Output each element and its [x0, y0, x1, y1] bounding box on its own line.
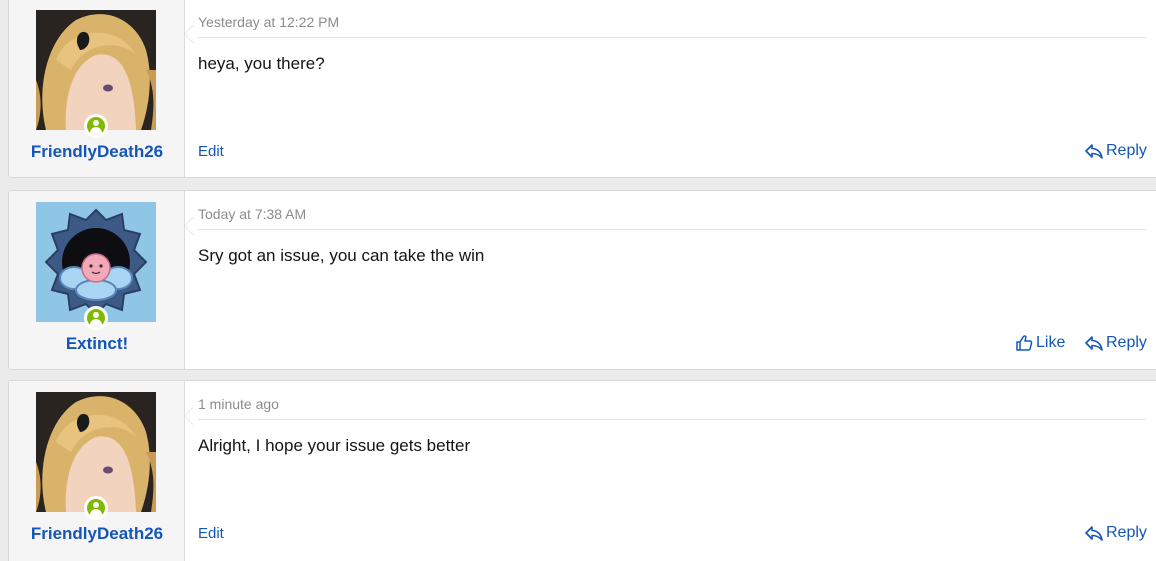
username-link[interactable]: Extinct! [9, 334, 185, 354]
online-status-icon [84, 306, 108, 330]
message-post: FriendlyDeath26 1 minute ago Alright, I … [8, 380, 1156, 561]
reply-icon [1085, 336, 1103, 351]
reply-label: Reply [1106, 142, 1147, 159]
message-user-cell: FriendlyDeath26 [9, 381, 193, 561]
avatar[interactable] [36, 392, 156, 520]
anime-girl-avatar-image[interactable] [36, 10, 156, 130]
like-button[interactable]: Like [1015, 334, 1065, 352]
reply-button[interactable]: Reply [1085, 334, 1147, 352]
message-text: heya, you there? [198, 54, 325, 73]
message-divider [198, 419, 1146, 420]
reply-label: Reply [1106, 334, 1147, 351]
username-link[interactable]: FriendlyDeath26 [9, 142, 185, 162]
message-post: Extinct! Today at 7:38 AM Sry got an iss… [8, 190, 1156, 370]
reply-icon [1085, 144, 1103, 159]
reply-icon [1085, 526, 1103, 541]
message-text: Sry got an issue, you can take the win [198, 246, 485, 265]
reply-label: Reply [1106, 524, 1147, 541]
username-link[interactable]: FriendlyDeath26 [9, 524, 185, 544]
thumbs-up-icon [1016, 335, 1033, 351]
message-user-cell: FriendlyDeath26 [9, 0, 193, 177]
like-label: Like [1036, 334, 1066, 351]
message-content: 1 minute ago Alright, I hope your issue … [185, 381, 1156, 561]
message-post: FriendlyDeath26 Yesterday at 12:22 PM he… [8, 0, 1156, 178]
gear-creature-avatar-image[interactable] [36, 202, 156, 322]
message-timestamp[interactable]: 1 minute ago [198, 396, 279, 412]
message-text: Alright, I hope your issue gets better [198, 436, 471, 455]
edit-button[interactable]: Edit [198, 525, 224, 542]
online-status-icon [84, 114, 108, 138]
edit-button[interactable]: Edit [198, 143, 224, 160]
reply-button[interactable]: Reply [1085, 524, 1147, 542]
message-timestamp[interactable]: Today at 7:38 AM [198, 206, 306, 222]
anime-girl-avatar-image[interactable] [36, 392, 156, 512]
online-status-icon [84, 496, 108, 520]
message-divider [198, 229, 1146, 230]
message-timestamp[interactable]: Yesterday at 12:22 PM [198, 14, 339, 30]
avatar[interactable] [36, 10, 156, 138]
reply-button[interactable]: Reply [1085, 142, 1147, 160]
message-content: Yesterday at 12:22 PM heya, you there? E… [185, 0, 1156, 177]
message-content: Today at 7:38 AM Sry got an issue, you c… [185, 191, 1156, 369]
message-user-cell: Extinct! [9, 191, 193, 369]
message-divider [198, 37, 1146, 38]
avatar[interactable] [36, 202, 156, 330]
